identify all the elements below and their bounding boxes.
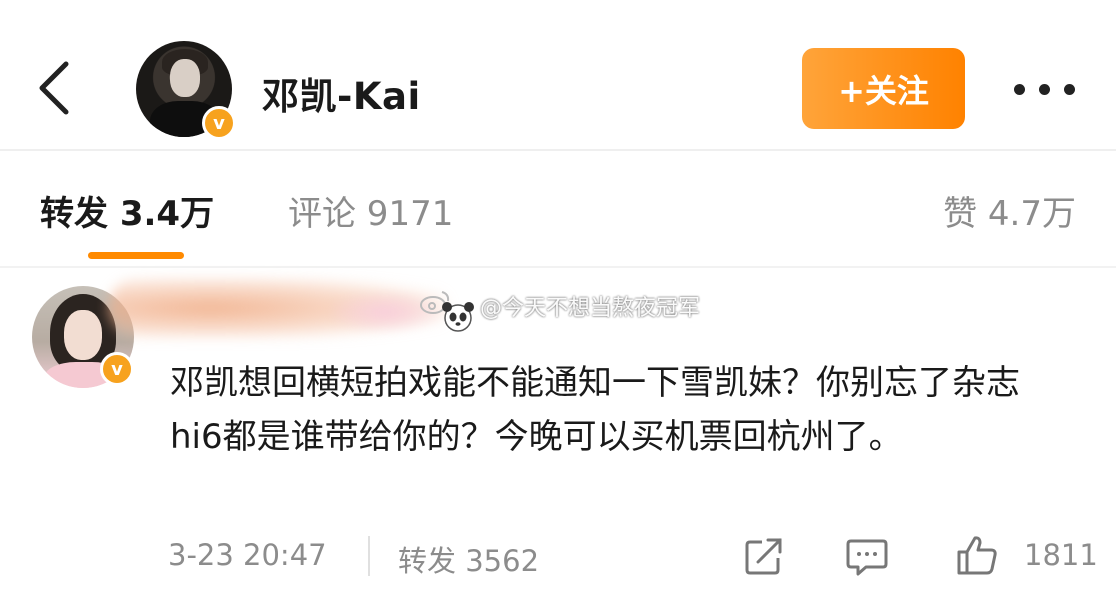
footer-divider	[368, 536, 370, 576]
follow-button[interactable]: +关注	[802, 48, 965, 129]
comment-icon[interactable]	[846, 538, 888, 576]
tab-repost[interactable]: 转发 3.4万	[40, 186, 214, 235]
watermark-text: @今天不想当熬夜冠军	[480, 296, 701, 321]
post-text: 邓凯想回横短拍戏能不能通知一下雪凯妹？你别忘了杂志hi6都是谁带给你的？今晚可以…	[170, 363, 1020, 457]
tab-like[interactable]: 赞 4.7万	[943, 186, 1076, 235]
panda-icon	[442, 302, 474, 332]
share-icon[interactable]	[744, 538, 784, 576]
post-timestamp: 3-23 20:47	[168, 538, 327, 572]
repost-count[interactable]: 转发 3562	[398, 538, 539, 580]
tab-comment[interactable]: 评论 9171	[288, 186, 453, 235]
like-icon[interactable]	[956, 534, 998, 576]
like-count[interactable]: 1811	[1024, 538, 1098, 572]
active-tab-indicator	[88, 252, 184, 259]
username[interactable]: 邓凯-Kai	[262, 66, 421, 120]
back-arrow-icon[interactable]	[34, 58, 78, 118]
verified-badge-icon: v	[100, 352, 134, 386]
more-dots-icon[interactable]	[1010, 70, 1080, 106]
header-divider	[0, 149, 1116, 151]
tabs-divider	[0, 266, 1116, 268]
verified-badge-icon: v	[202, 106, 236, 140]
